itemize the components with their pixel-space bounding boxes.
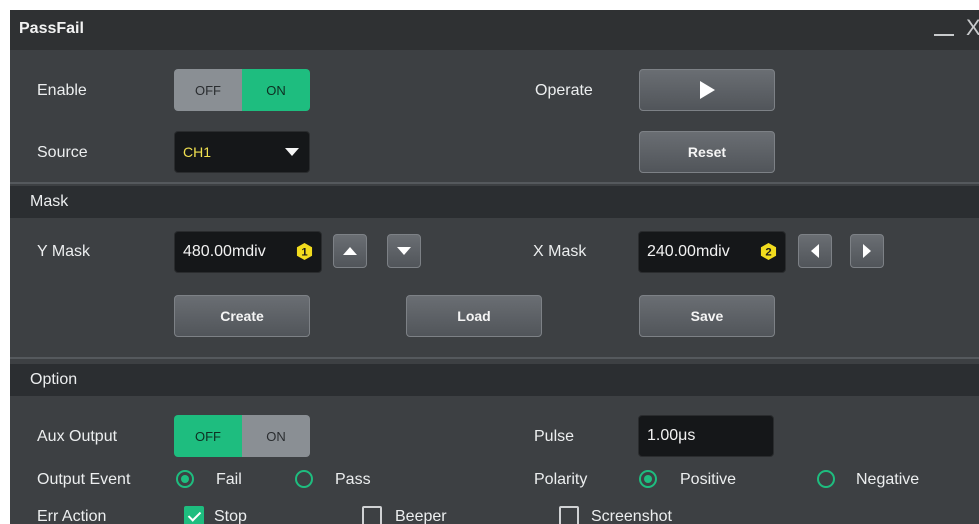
aux-off-option[interactable]: OFF	[174, 415, 242, 457]
triangle-down-icon	[397, 247, 411, 255]
beeper-checkbox[interactable]	[362, 506, 382, 524]
pulse-value: 1.00μs	[647, 427, 696, 444]
y-mask-value: 480.00mdiv	[183, 243, 266, 260]
operate-button[interactable]	[639, 69, 775, 111]
load-button[interactable]: Load	[406, 295, 542, 337]
enable-off-option[interactable]: OFF	[174, 69, 242, 111]
triangle-left-icon	[811, 244, 819, 258]
reset-button[interactable]: Reset	[639, 131, 775, 173]
minimize-icon[interactable]	[934, 34, 954, 36]
divider	[10, 357, 979, 359]
negative-label: Negative	[856, 471, 920, 488]
aux-output-toggle[interactable]: OFF ON	[174, 415, 310, 457]
triangle-up-icon	[343, 247, 357, 255]
x-mask-left-button[interactable]	[798, 234, 832, 268]
enable-toggle[interactable]: OFF ON	[174, 69, 310, 111]
screenshot-checkbox[interactable]	[559, 506, 579, 524]
title-bar: PassFail X	[10, 10, 979, 50]
stop-label: Stop	[214, 508, 247, 524]
pass-label: Pass	[335, 471, 371, 488]
mask-header-label: Mask	[30, 193, 69, 210]
y-mask-down-button[interactable]	[387, 234, 421, 268]
positive-label: Positive	[680, 471, 737, 488]
option-header-label: Option	[30, 371, 78, 388]
beeper-label: Beeper	[395, 508, 447, 524]
stop-checkbox[interactable]	[184, 506, 204, 524]
close-icon[interactable]: X	[966, 17, 979, 39]
y-mask-up-button[interactable]	[333, 234, 367, 268]
pulse-label: Pulse	[534, 428, 575, 445]
operate-label: Operate	[535, 82, 593, 99]
dialog-title: PassFail	[19, 20, 84, 37]
x-mask-value: 240.00mdiv	[647, 243, 730, 260]
aux-on-option[interactable]: ON	[242, 415, 310, 457]
source-value: CH1	[183, 144, 212, 160]
enable-label: Enable	[37, 82, 87, 99]
polarity-label: Polarity	[534, 471, 588, 488]
save-button[interactable]: Save	[639, 295, 775, 337]
source-label: Source	[37, 144, 88, 161]
aux-output-label: Aux Output	[37, 428, 118, 445]
passfail-dialog: PassFail X Enable OFF ON Operate Source …	[10, 10, 979, 524]
divider	[10, 182, 979, 184]
fail-label: Fail	[216, 471, 242, 488]
source-select[interactable]: CH1	[174, 131, 310, 173]
enable-on-option[interactable]: ON	[242, 69, 310, 111]
negative-radio[interactable]	[817, 470, 835, 488]
mask-section-header: Mask	[10, 186, 979, 218]
output-event-label: Output Event	[37, 471, 131, 488]
svg-text:1: 1	[301, 246, 307, 258]
option-section-header: Option	[10, 364, 979, 396]
create-button[interactable]: Create	[174, 295, 310, 337]
x-mask-input[interactable]: 240.00mdiv 2	[638, 231, 786, 273]
play-icon	[700, 81, 715, 99]
knob-2-badge-icon: 2	[760, 243, 777, 260]
x-mask-right-button[interactable]	[850, 234, 884, 268]
y-mask-label: Y Mask	[37, 243, 91, 260]
positive-radio[interactable]	[639, 470, 657, 488]
svg-text:2: 2	[765, 246, 771, 258]
pulse-input[interactable]: 1.00μs	[638, 415, 774, 457]
pass-radio[interactable]	[295, 470, 313, 488]
err-action-label: Err Action	[37, 508, 107, 524]
screenshot-label: Screenshot	[591, 508, 672, 524]
triangle-right-icon	[863, 244, 871, 258]
knob-1-badge-icon: 1	[296, 243, 313, 260]
fail-radio[interactable]	[176, 470, 194, 488]
y-mask-input[interactable]: 480.00mdiv 1	[174, 231, 322, 273]
x-mask-label: X Mask	[533, 243, 587, 260]
chevron-down-icon	[285, 148, 299, 156]
